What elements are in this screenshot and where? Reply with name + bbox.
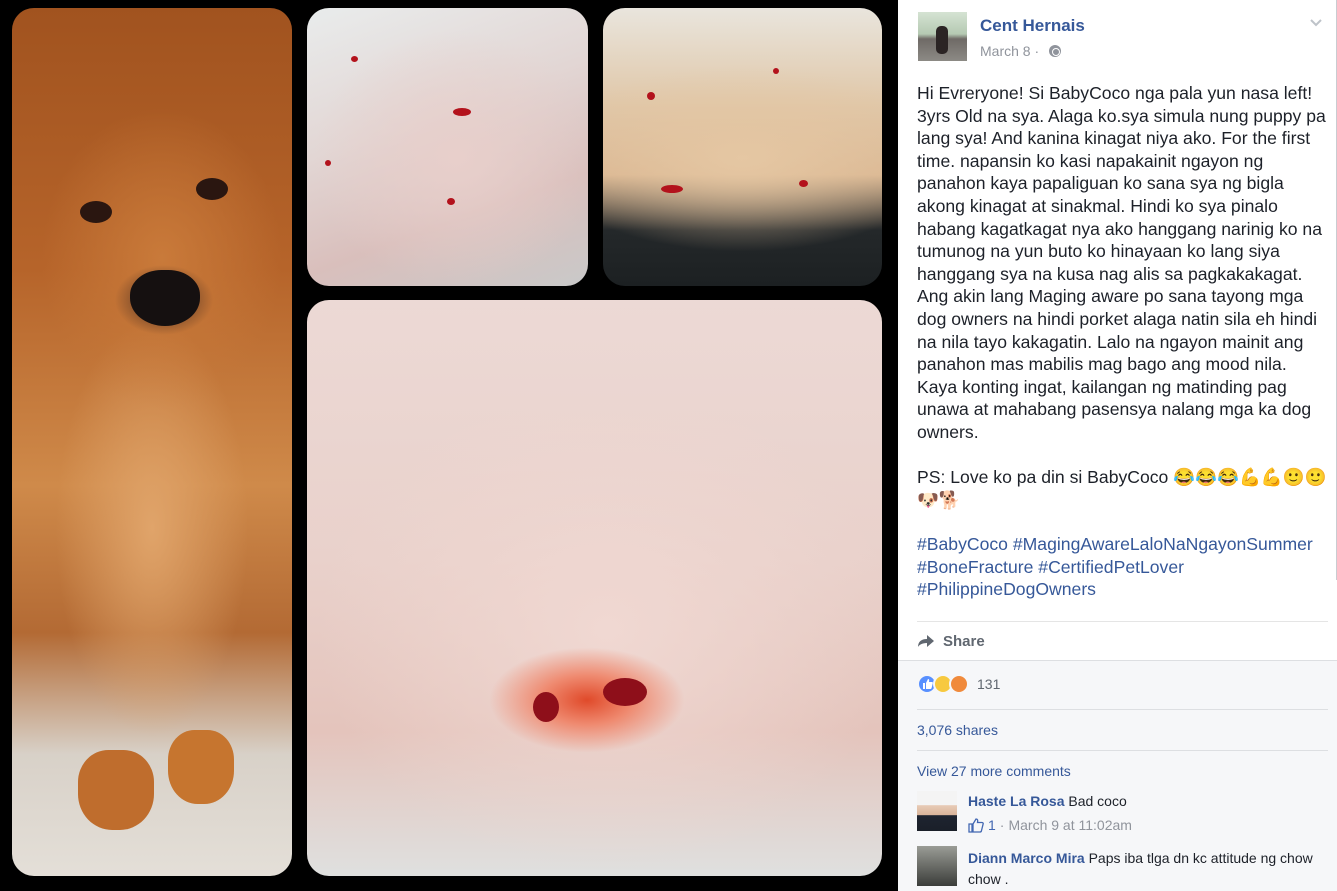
comment-author[interactable]: Haste La Rosa [968, 793, 1064, 809]
bite-wound [351, 56, 358, 62]
hashtag-link[interactable]: #PhilippineDogOwners [917, 579, 1096, 599]
bite-wound [799, 180, 808, 187]
comment: Diann Marco Mira Paps iba tlga dn kc att… [968, 848, 1328, 890]
divider [917, 621, 1328, 622]
post-date-text[interactable]: March 8 [980, 43, 1031, 59]
divider [917, 750, 1328, 751]
reaction-count[interactable]: 131 [977, 676, 1000, 692]
shares-link[interactable]: 3,076 shares [917, 722, 998, 738]
dog-photo[interactable] [12, 8, 292, 876]
commenter-avatar[interactable] [917, 846, 957, 886]
post-body: Hi Evreryone! Si BabyCoco nga pala yun n… [917, 82, 1327, 601]
hand-bite-photo-2[interactable] [603, 8, 882, 286]
author-name[interactable]: Cent Hernais [980, 16, 1085, 36]
date-separator: · [1034, 43, 1040, 59]
author-avatar[interactable] [918, 12, 967, 61]
post-paragraph: PS: Love ko pa din si BabyCoco 😂😂😂💪💪🙂🙂🐶🐕 [917, 467, 1327, 510]
dog-eye [196, 178, 228, 200]
photo-collage[interactable] [0, 0, 897, 891]
share-icon [918, 635, 934, 647]
hashtag-link[interactable]: #MagingAwareLaloNaNgayonSummer [1013, 534, 1313, 554]
comment-meta: 1 · March 9 at 11:02am [968, 817, 1132, 833]
bite-wound [603, 678, 647, 706]
angry-reaction-icon [949, 674, 969, 694]
bite-wound [325, 160, 331, 166]
post-paragraph: Hi Evreryone! Si BabyCoco nga pala yun n… [917, 83, 1326, 442]
commenter-avatar[interactable] [917, 791, 957, 831]
hashtags: #BabyCoco #MagingAwareLaloNaNgayonSummer… [917, 533, 1327, 601]
dog-nose [130, 270, 200, 326]
reactions-summary[interactable]: 131 [917, 674, 1000, 694]
share-label: Share [943, 632, 985, 650]
bite-wound [661, 185, 683, 193]
bite-wound [453, 108, 471, 116]
avatar-figure [936, 26, 948, 54]
hashtag-link[interactable]: #BoneFracture [917, 557, 1033, 577]
comment-like-count[interactable]: 1 [988, 817, 996, 833]
chevron-down-icon[interactable] [1308, 14, 1324, 30]
bite-wound [773, 68, 779, 74]
dog-paw [168, 730, 234, 804]
comment: Haste La Rosa Bad coco [968, 793, 1127, 809]
comment-time[interactable]: March 9 at 11:02am [1008, 817, 1131, 833]
view-more-comments-link[interactable]: View 27 more comments [917, 763, 1071, 779]
dog-eye [80, 201, 112, 223]
dog-paw [78, 750, 154, 830]
thumbs-up-icon[interactable] [968, 817, 984, 833]
post-date[interactable]: March 8 · [980, 43, 1039, 59]
divider [917, 709, 1328, 710]
comment-text: Bad coco [1068, 793, 1127, 809]
share-button[interactable]: Share [917, 630, 985, 652]
bite-wound [447, 198, 455, 205]
bite-wound [647, 92, 655, 100]
meta-separator: · [999, 817, 1005, 833]
hashtag-link[interactable]: #CertifiedPetLover [1038, 557, 1184, 577]
bite-wound [533, 692, 559, 722]
hand-bite-closeup-photo[interactable] [307, 300, 882, 876]
comment-author[interactable]: Diann Marco Mira [968, 850, 1085, 866]
hashtag-link[interactable]: #BabyCoco [917, 534, 1008, 554]
globe-icon [1049, 45, 1061, 57]
hand-bite-photo-1[interactable] [307, 8, 588, 286]
